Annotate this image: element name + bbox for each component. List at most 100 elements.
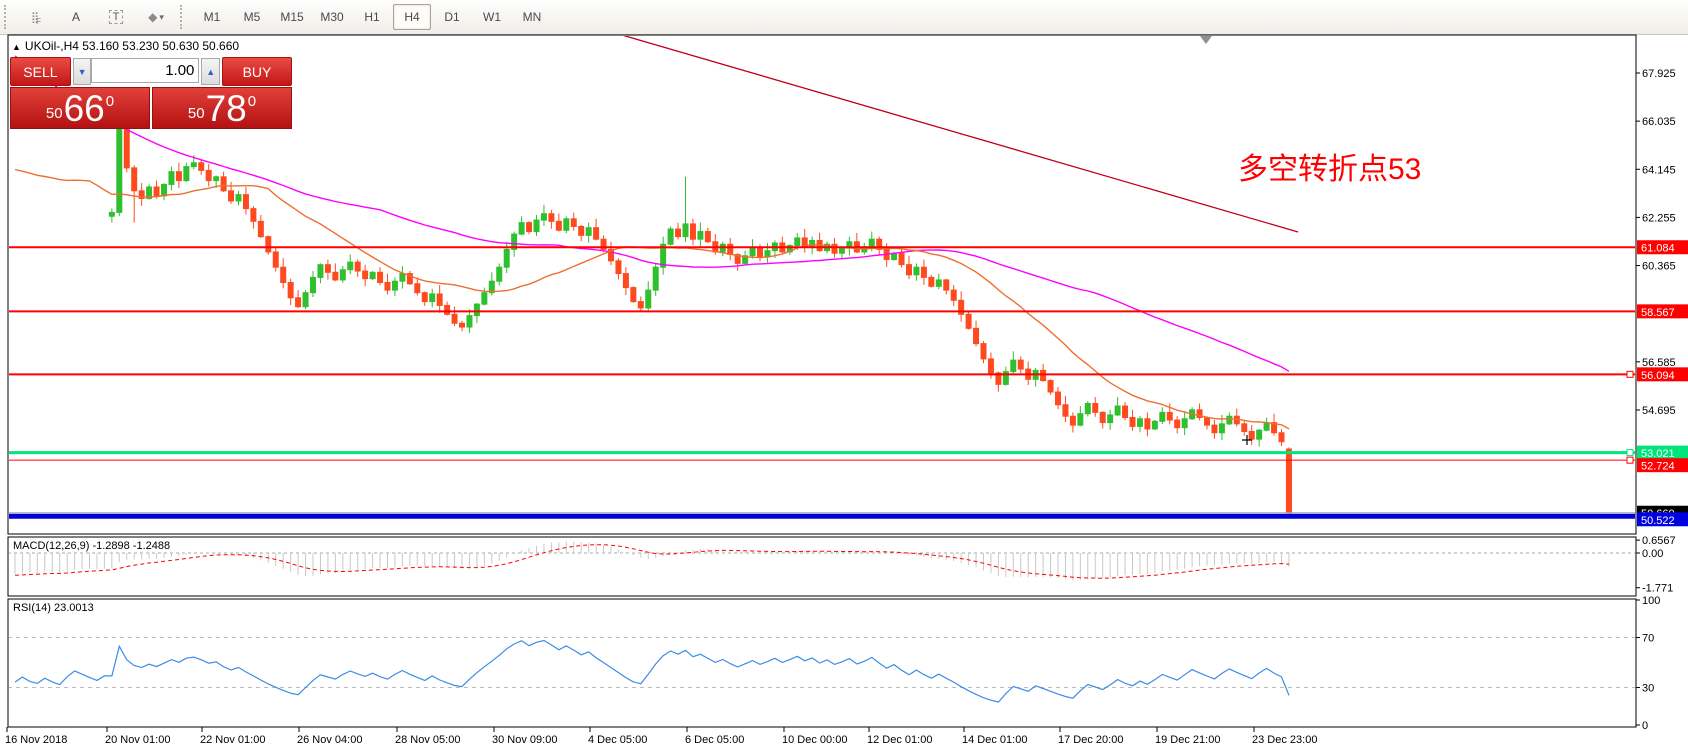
time-tick: 20 Nov 01:00 bbox=[105, 734, 170, 746]
bid-pip-digit: 0 bbox=[106, 93, 114, 110]
buy-button[interactable]: BUY bbox=[222, 57, 292, 86]
price-tick: 60.365 bbox=[1642, 261, 1676, 273]
candle bbox=[951, 290, 956, 300]
candle bbox=[1182, 419, 1187, 428]
macd-pane[interactable] bbox=[8, 537, 1636, 596]
candle bbox=[1249, 431, 1254, 439]
rsi-axis-tick: 30 bbox=[1642, 683, 1654, 695]
candle bbox=[907, 265, 912, 275]
time-tick: 16 Nov 2018 bbox=[5, 734, 67, 746]
candle bbox=[683, 224, 688, 237]
bid-quote[interactable]: 50 66 0 bbox=[10, 87, 150, 129]
price-tick: 62.255 bbox=[1642, 212, 1676, 224]
candle bbox=[758, 248, 763, 257]
candle bbox=[378, 272, 383, 282]
candle bbox=[944, 280, 949, 290]
candle bbox=[914, 267, 919, 275]
candle bbox=[169, 172, 174, 185]
candle bbox=[1130, 417, 1135, 426]
candle bbox=[936, 280, 941, 286]
candle bbox=[437, 294, 442, 305]
time-tick: 26 Nov 04:00 bbox=[297, 734, 362, 746]
candle bbox=[206, 170, 211, 180]
candle bbox=[556, 221, 561, 230]
candle bbox=[221, 177, 226, 191]
candle bbox=[929, 277, 934, 286]
level-marker[interactable] bbox=[1627, 450, 1633, 456]
candle bbox=[839, 248, 844, 253]
time-tick: 12 Dec 01:00 bbox=[867, 734, 932, 746]
ask-quote[interactable]: 50 78 0 bbox=[152, 87, 292, 129]
candle bbox=[154, 187, 159, 196]
macd-axis-tick: 0.00 bbox=[1642, 548, 1663, 560]
candle bbox=[988, 359, 993, 373]
price-tick: 64.145 bbox=[1642, 164, 1676, 176]
time-tick: 6 Dec 05:00 bbox=[685, 734, 744, 746]
candle bbox=[690, 224, 695, 239]
candle bbox=[445, 305, 450, 314]
candle bbox=[176, 172, 181, 181]
candle bbox=[728, 244, 733, 254]
candle bbox=[333, 272, 338, 280]
candle bbox=[303, 293, 308, 307]
candle bbox=[1018, 360, 1023, 369]
price-tick: 54.695 bbox=[1642, 405, 1676, 417]
candle bbox=[519, 223, 524, 234]
candle bbox=[467, 316, 472, 327]
candle bbox=[452, 314, 457, 323]
candle bbox=[1175, 420, 1180, 428]
candle bbox=[1078, 414, 1083, 425]
candle bbox=[534, 220, 539, 231]
candle bbox=[474, 304, 479, 315]
volume-increase-button[interactable]: ▲ bbox=[201, 58, 220, 85]
candle bbox=[117, 125, 122, 213]
candle bbox=[504, 249, 509, 267]
candle bbox=[109, 212, 114, 216]
candle bbox=[370, 272, 375, 278]
candle bbox=[1123, 406, 1128, 417]
candle bbox=[191, 163, 196, 167]
price-tick: 66.035 bbox=[1642, 116, 1676, 128]
symbol-ohlc-header: ▲ UKOil-,H4 53.160 53.230 50.630 50.660 bbox=[12, 39, 239, 53]
candle bbox=[422, 293, 427, 302]
candle bbox=[638, 302, 643, 308]
candle bbox=[355, 262, 360, 271]
candle bbox=[594, 228, 599, 239]
candle bbox=[236, 195, 241, 201]
ask-big-digits: 78 bbox=[206, 90, 247, 127]
candle bbox=[810, 240, 815, 246]
candle bbox=[1286, 449, 1291, 513]
candle bbox=[497, 267, 502, 281]
time-tick: 17 Dec 20:00 bbox=[1058, 734, 1123, 746]
level-marker[interactable] bbox=[1627, 457, 1633, 463]
rsi-axis-tick: 0 bbox=[1642, 720, 1648, 732]
symbol-arrow-icon: ▲ bbox=[12, 42, 21, 52]
symbol-ohlc-text: UKOil-,H4 53.160 53.230 50.630 50.660 bbox=[25, 39, 239, 53]
candle bbox=[184, 167, 189, 181]
ask-small-digits: 50 bbox=[188, 105, 205, 122]
candle bbox=[1242, 424, 1247, 432]
candle bbox=[258, 221, 263, 236]
candle bbox=[1048, 381, 1053, 392]
candle bbox=[765, 251, 770, 257]
candle bbox=[750, 248, 755, 256]
svg-text:50.522: 50.522 bbox=[1641, 515, 1675, 527]
time-tick: 4 Dec 05:00 bbox=[588, 734, 647, 746]
candle bbox=[400, 274, 405, 282]
candle bbox=[311, 277, 316, 292]
volume-input[interactable] bbox=[91, 58, 199, 83]
candle bbox=[586, 228, 591, 236]
candle bbox=[296, 298, 301, 307]
candle bbox=[1108, 415, 1113, 423]
level-marker[interactable] bbox=[1627, 371, 1633, 377]
rsi-pane[interactable] bbox=[8, 599, 1636, 727]
volume-decrease-button[interactable]: ▼ bbox=[73, 58, 92, 85]
candle bbox=[668, 229, 673, 244]
candle bbox=[623, 274, 628, 288]
candle bbox=[1212, 425, 1217, 433]
time-tick: 10 Dec 00:00 bbox=[782, 734, 847, 746]
mt4-terminal: { "toolbar": { "tools": [ {"name": "grid… bbox=[0, 0, 1688, 751]
sell-button[interactable]: SELL bbox=[10, 57, 71, 86]
candle bbox=[415, 284, 420, 293]
bid-small-digits: 50 bbox=[46, 105, 63, 122]
